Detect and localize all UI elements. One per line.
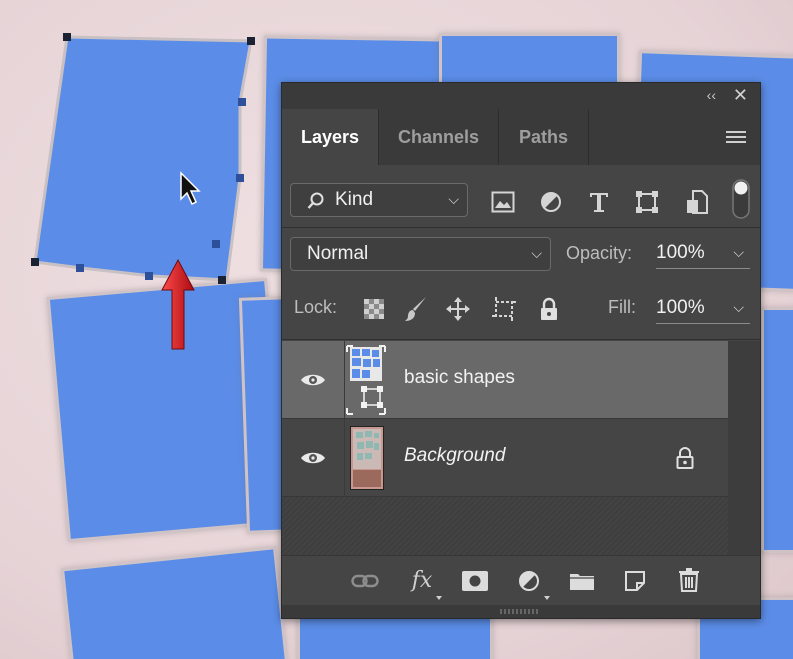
transform-handle[interactable]	[76, 264, 84, 272]
smart-object-filter-icon[interactable]	[682, 187, 712, 217]
trash-icon[interactable]	[674, 564, 704, 596]
adjustment-layer-icon[interactable]	[514, 566, 544, 596]
tab-paths[interactable]: Paths	[499, 109, 588, 165]
image-filter-icon[interactable]	[488, 187, 518, 217]
smart-object-badge-icon	[361, 386, 383, 408]
opacity-value: 100%	[656, 242, 705, 263]
lock-transparency-icon[interactable]	[362, 297, 386, 321]
layers-panel: ‹‹ ✕ Layers Channels Paths Kind ⌵ Normal…	[281, 82, 761, 619]
adjustment-dropdown-indicator	[544, 596, 550, 600]
layer-thumbnail	[346, 345, 386, 415]
fx-dropdown-indicator	[436, 596, 442, 600]
fill-label: Fill:	[608, 297, 636, 317]
opacity-field[interactable]: 100% ⌵	[656, 242, 750, 269]
transform-handle[interactable]	[218, 276, 226, 284]
fx-button[interactable]: fx	[404, 564, 440, 596]
up-arrow-icon	[161, 258, 195, 350]
blend-mode-dropdown[interactable]: Normal ⌵	[290, 237, 551, 271]
shape-filter-icon[interactable]	[632, 187, 662, 217]
layers-scrollbar[interactable]	[728, 341, 760, 555]
filter-toggle-icon[interactable]	[730, 179, 752, 219]
fill-value: 100%	[656, 297, 705, 318]
panel-titlebar[interactable]: ‹‹ ✕	[282, 83, 760, 109]
layer-row-background[interactable]: Background	[282, 419, 728, 497]
layer-name[interactable]: Background	[404, 445, 505, 467]
blend-mode-value: Normal	[307, 243, 369, 264]
layer-name[interactable]: basic shapes	[404, 367, 515, 389]
transform-handle[interactable]	[63, 33, 71, 41]
transform-handle[interactable]	[247, 37, 255, 45]
lock-all-icon[interactable]	[536, 295, 562, 323]
layer-thumbnail	[350, 426, 384, 490]
panel-tabs: Layers Channels Paths	[282, 109, 760, 165]
lock-label: Lock:	[294, 297, 338, 317]
type-filter-icon[interactable]	[584, 187, 614, 217]
chevron-down-icon: ⌵	[448, 191, 459, 207]
eye-icon	[301, 452, 325, 463]
fx-label: fx	[411, 567, 433, 593]
fill-field[interactable]: 100% ⌵	[656, 297, 750, 324]
lock-image-icon[interactable]	[402, 295, 430, 323]
lock-artboard-icon[interactable]	[490, 295, 518, 323]
eye-icon	[301, 374, 325, 385]
tab-channels[interactable]: Channels	[379, 109, 498, 165]
panel-resize-grip[interactable]	[282, 605, 760, 618]
filter-kind-label: Kind	[335, 189, 374, 210]
visibility-toggle[interactable]	[282, 341, 345, 418]
lock-icon	[676, 447, 694, 469]
layers-bottom-bar: fx	[282, 555, 760, 606]
cursor-icon	[180, 171, 201, 206]
layer-filter-dropdown[interactable]: Kind ⌵	[290, 183, 468, 217]
mask-icon[interactable]	[460, 566, 490, 596]
link-icon[interactable]	[350, 566, 380, 596]
layers-empty-area	[282, 497, 728, 555]
search-icon	[307, 192, 324, 209]
chevron-down-icon: ⌵	[733, 244, 744, 260]
transform-handle[interactable]	[212, 240, 220, 248]
collapse-panel-button[interactable]: ‹‹	[707, 87, 716, 103]
close-panel-button[interactable]: ✕	[733, 85, 748, 106]
chevron-down-icon: ⌵	[733, 299, 744, 315]
layer-row-basic-shapes[interactable]: basic shapes	[282, 341, 728, 419]
chevron-down-icon: ⌵	[531, 245, 542, 261]
transform-handle[interactable]	[145, 272, 153, 280]
folder-icon[interactable]	[567, 566, 597, 596]
new-layer-icon[interactable]	[620, 566, 650, 596]
transform-handle[interactable]	[31, 258, 39, 266]
lock-position-icon[interactable]	[444, 295, 472, 323]
transform-handle[interactable]	[236, 174, 244, 182]
panel-menu-icon[interactable]	[726, 131, 746, 146]
transform-handle[interactable]	[238, 98, 246, 106]
visibility-toggle[interactable]	[282, 419, 345, 496]
tab-layers[interactable]: Layers	[282, 109, 378, 165]
opacity-label: Opacity:	[566, 243, 633, 263]
adjustment-filter-icon[interactable]	[536, 187, 566, 217]
